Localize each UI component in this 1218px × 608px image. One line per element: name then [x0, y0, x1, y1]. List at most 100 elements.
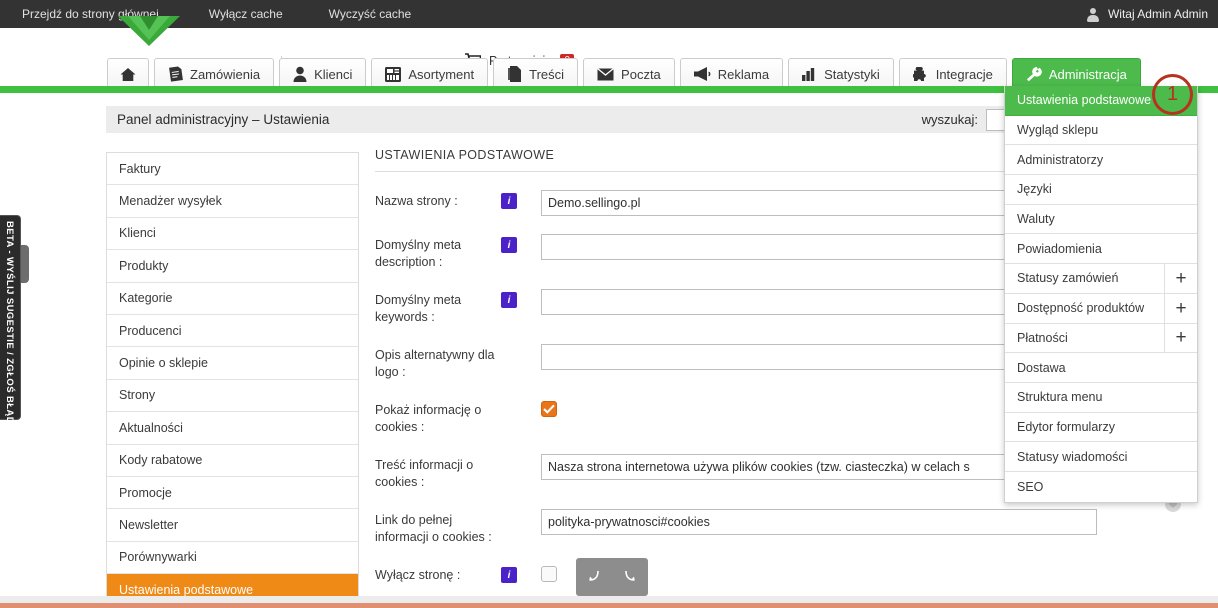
field-label: Domyślny meta keywords : — [375, 293, 462, 324]
sidebar-item-klienci[interactable]: Klienci — [107, 217, 358, 251]
nav-tab-administracja[interactable]: Administracja — [1011, 58, 1141, 89]
field-label: Domyślny meta description : — [375, 238, 462, 269]
mail-icon — [597, 67, 614, 81]
sidebar-item-promocje[interactable]: Promocje — [107, 476, 358, 510]
menu-item-administratorzy[interactable]: Administratorzy — [1005, 145, 1197, 176]
menu-item-seo[interactable]: SEO — [1005, 471, 1197, 502]
assortment-icon — [385, 66, 402, 82]
sidebar-item-menadzer-wysylek[interactable]: Menadżer wysyłek — [107, 185, 358, 218]
menu-item-struktura-menu[interactable]: Struktura menu — [1005, 382, 1197, 413]
menu-item-label: SEO — [1017, 479, 1044, 494]
sidebar-item-kody-rabatowe[interactable]: Kody rabatowe — [107, 444, 358, 477]
settings-sidebar: Faktury Menadżer wysyłek Klienci Produkt… — [106, 152, 359, 607]
field-label: Opis alternatywny dla logo : — [375, 348, 495, 379]
menu-item-label: Płatności — [1017, 330, 1068, 345]
sidebar-item-porownywarki[interactable]: Porównywarki — [107, 541, 358, 575]
topbar-links: Przejdź do strony głównej Wyłącz cache W… — [22, 0, 457, 28]
info-icon[interactable]: i — [501, 567, 517, 583]
sidebar-item-newsletter[interactable]: Newsletter — [107, 509, 358, 542]
show-cookies-info-checkbox[interactable] — [541, 401, 557, 417]
form-row-disable-site: Wyłącz stronę : i — [375, 558, 1120, 596]
menu-item-label: Dostawa — [1017, 360, 1066, 375]
main-navigation: Zamówienia Klienci Asortyment Treści Poc… — [0, 56, 1218, 89]
expand-plus-icon[interactable]: + — [1164, 264, 1197, 293]
clear-cache-link[interactable]: Wyczyść cache — [329, 7, 440, 21]
nav-tab-tresci[interactable]: Treści — [493, 58, 579, 89]
nav-tab-home[interactable] — [107, 58, 149, 89]
nav-tab-zamowienia[interactable]: Zamówienia — [154, 58, 275, 89]
sidebar-item-opinie-o-sklepie[interactable]: Opinie o sklepie — [107, 347, 358, 380]
checkmark-icon — [543, 404, 555, 414]
menu-item-edytor-formularzy[interactable]: Edytor formularzy — [1005, 412, 1197, 443]
top-utility-bar: Przejdź do strony głównej Wyłącz cache W… — [0, 0, 1218, 28]
menu-item-wyglad-sklepu[interactable]: Wygląd sklepu — [1005, 115, 1197, 146]
field-label: Pokaż informację o cookies : — [375, 403, 482, 434]
beta-feedback-tab[interactable]: BETA - WYŚLIJ SUGESTIE / ZGŁOŚ BŁĄD — [0, 215, 21, 424]
sidebar-item-produkty[interactable]: Produkty — [107, 250, 358, 283]
sidebar-item-aktualnosci[interactable]: Aktualności — [107, 412, 358, 445]
sidebar-item-faktury[interactable]: Faktury — [107, 153, 358, 186]
bar-chart-icon — [802, 67, 817, 81]
orders-icon — [168, 66, 183, 82]
nav-tab-integracje[interactable]: Integracje — [898, 58, 1007, 89]
cookies-link-field[interactable]: polityka-prywatnosci#cookies — [541, 509, 1097, 535]
menu-item-label: Statusy wiadomości — [1017, 449, 1128, 464]
bottom-orange-strip — [0, 603, 1218, 608]
menu-item-statusy-zamowien[interactable]: Statusy zamówień + — [1005, 264, 1197, 294]
undo-redo-toolbar — [576, 558, 648, 596]
user-greeting-area[interactable]: Witaj Admin Admin — [1086, 0, 1208, 28]
nav-tab-statystyki[interactable]: Statystyki — [788, 58, 894, 89]
customer-icon — [293, 66, 307, 82]
nav-tab-label: Administracja — [1048, 66, 1127, 82]
redo-arrow-icon[interactable] — [622, 569, 638, 585]
expand-plus-icon[interactable]: + — [1164, 323, 1197, 353]
undo-arrow-icon[interactable] — [586, 569, 602, 585]
nav-tab-label: Klienci — [314, 66, 353, 82]
menu-item-label: Struktura menu — [1017, 390, 1103, 405]
menu-item-label: Waluty — [1017, 212, 1055, 227]
megaphone-icon — [693, 67, 711, 81]
content-icon — [507, 66, 522, 82]
menu-item-label: Administratorzy — [1017, 152, 1104, 167]
nav-tab-klienci[interactable]: Klienci — [279, 58, 367, 89]
nav-tab-label: Statystyki — [824, 66, 880, 82]
field-label: Treść informacji o cookies : — [375, 458, 474, 489]
menu-item-waluty[interactable]: Waluty — [1005, 204, 1197, 235]
form-row-cookies-link: Link do pełnej informacji o cookies : po… — [375, 509, 1120, 546]
field-label: Nazwa strony : — [375, 194, 458, 208]
info-icon[interactable]: i — [501, 292, 517, 308]
menu-item-statusy-wiadomosci[interactable]: Statusy wiadomości — [1005, 442, 1197, 472]
form-section-title: USTAWIENIA PODSTAWOWE — [375, 148, 1110, 172]
nav-tab-label: Reklama — [717, 66, 770, 82]
menu-item-platnosci[interactable]: Płatności + — [1005, 323, 1197, 354]
nav-tab-reklama[interactable]: Reklama — [679, 58, 784, 89]
user-greeting-label: Witaj Admin Admin — [1107, 7, 1208, 21]
menu-item-label: Statusy zamówień — [1017, 271, 1119, 286]
nav-tab-label: Treści — [529, 66, 565, 82]
menu-item-dostepnosc-produktow[interactable]: Dostępność produktów + — [1005, 293, 1197, 324]
expand-plus-icon[interactable]: + — [1164, 293, 1197, 323]
sidebar-item-producenci[interactable]: Producenci — [107, 314, 358, 348]
beta-feedback-label: BETA - WYŚLIJ SUGESTIE / ZGŁOŚ BŁĄD — [4, 221, 15, 424]
menu-item-label: Edytor formularzy — [1017, 419, 1115, 434]
disable-site-checkbox[interactable] — [541, 566, 557, 582]
nav-tab-label: Integracje — [935, 66, 993, 82]
menu-item-powiadomienia[interactable]: Powiadomienia — [1005, 234, 1197, 265]
field-label: Link do pełnej informacji o cookies : — [375, 513, 492, 544]
nav-tab-asortyment[interactable]: Asortyment — [371, 58, 489, 89]
menu-item-jezyki[interactable]: Języki — [1005, 175, 1197, 205]
nav-tab-poczta[interactable]: Poczta — [583, 58, 675, 89]
wrench-icon — [1026, 66, 1042, 82]
info-icon[interactable]: i — [501, 237, 517, 253]
search-label: wyszukaj: — [921, 112, 978, 127]
sellingo-logo[interactable] — [118, 16, 180, 54]
menu-item-dostawa[interactable]: Dostawa — [1005, 353, 1197, 383]
annotation-step-1: 1 — [1152, 74, 1193, 115]
home-icon — [120, 67, 136, 82]
info-icon[interactable]: i — [501, 193, 517, 209]
sidebar-item-kategorie[interactable]: Kategorie — [107, 282, 358, 315]
disable-cache-link[interactable]: Wyłącz cache — [209, 7, 311, 21]
sidebar-item-strony[interactable]: Strony — [107, 379, 358, 413]
page-title: Panel administracyjny – Ustawienia — [117, 112, 330, 127]
field-label: Wyłącz stronę : — [375, 568, 461, 582]
